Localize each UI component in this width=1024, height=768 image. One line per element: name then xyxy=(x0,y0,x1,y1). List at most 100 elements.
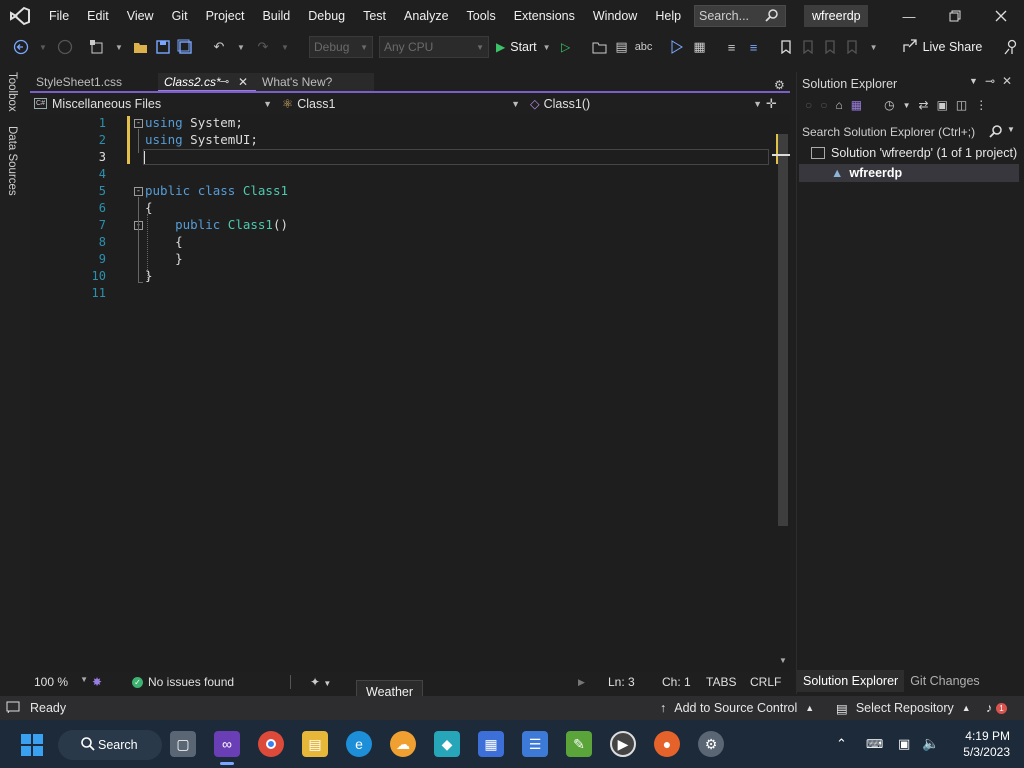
visual-studio-taskbar-icon[interactable]: ∞ xyxy=(214,731,240,757)
select-repository-button[interactable]: ▤ Select Repository ▲ xyxy=(836,701,986,716)
pin-icon[interactable]: ⊸ xyxy=(985,74,995,88)
pending-changes-icon[interactable]: ◷ xyxy=(884,98,894,112)
title-search-box[interactable]: Search... xyxy=(694,5,786,27)
minimize-icon[interactable]: — xyxy=(886,0,932,32)
panel-icon[interactable]: ▦ xyxy=(690,36,710,58)
editor-app-icon[interactable]: ✎ xyxy=(566,731,592,757)
indent-icon[interactable]: ≡ xyxy=(722,36,742,58)
filter-dropdown-icon[interactable]: ▼ xyxy=(903,101,911,110)
pin-icon[interactable]: ⊸ xyxy=(220,73,229,92)
code-editor[interactable]: 1 2 3 4 5 6 7 8 9 10 11 - - - using Syst… xyxy=(30,114,790,672)
taskbar-clock[interactable]: 4:19 PM 5/3/2023 xyxy=(948,728,1010,760)
vertical-scrollbar[interactable]: ▼ xyxy=(772,134,790,665)
show-all-files-icon[interactable]: ◫ xyxy=(956,98,967,112)
store-icon[interactable]: ▦ xyxy=(478,731,504,757)
solution-configuration-select[interactable]: Debug ▼ xyxy=(309,36,373,58)
network-icon[interactable]: ▣ xyxy=(898,736,910,752)
collapse-icon[interactable]: - xyxy=(134,187,143,196)
menu-view[interactable]: View xyxy=(118,0,163,32)
more-icon[interactable]: ⋮ xyxy=(975,98,987,112)
solution-tree-item[interactable]: Solution 'wfreerdp' (1 of 1 project) xyxy=(811,146,1017,160)
issues-indicator[interactable]: ✓ No issues found xyxy=(132,675,290,689)
next-bookmark-icon[interactable] xyxy=(820,36,840,58)
back-dropdown-icon[interactable]: ▼ xyxy=(33,36,53,58)
close-tab-icon[interactable]: ✕ xyxy=(238,73,248,92)
sync-icon[interactable]: ⇄ xyxy=(919,98,929,112)
collapse-icon[interactable]: - xyxy=(134,119,143,128)
save-all-icon[interactable] xyxy=(175,36,195,58)
open-folder-icon[interactable] xyxy=(131,36,151,58)
weather-icon[interactable]: ☁ xyxy=(390,731,416,757)
tab-settings-icon[interactable]: ⚙ xyxy=(774,78,790,92)
taskbar-search-button[interactable]: Search xyxy=(58,730,162,760)
type-dropdown[interactable]: ⚛ Class1 ▼ xyxy=(276,93,524,114)
navigate-back-icon[interactable] xyxy=(11,36,31,58)
back-icon[interactable]: ○ xyxy=(805,98,812,112)
browse-folder-icon[interactable] xyxy=(590,36,610,58)
scroll-down-icon[interactable]: ▼ xyxy=(779,656,787,665)
solution-platform-select[interactable]: Any CPU ▼ xyxy=(379,36,489,58)
settings-icon[interactable]: ⚙ xyxy=(698,731,724,757)
outdent-icon[interactable]: ≡ xyxy=(744,36,764,58)
prev-bookmark-icon[interactable] xyxy=(798,36,818,58)
chrome-icon[interactable] xyxy=(258,731,284,757)
scroll-right-icon[interactable]: ▶ xyxy=(578,677,608,688)
toolbox-tab[interactable]: Toolbox xyxy=(6,72,18,112)
live-share-button[interactable]: Live Share xyxy=(902,38,982,56)
indentation-indicator[interactable]: TABS xyxy=(706,675,750,689)
home-icon[interactable]: ⌂ xyxy=(836,98,843,112)
menu-edit[interactable]: Edit xyxy=(78,0,118,32)
menu-file[interactable]: File xyxy=(40,0,78,32)
panel-options-icon[interactable]: ▼ xyxy=(969,76,978,86)
step-into-icon[interactable] xyxy=(668,36,688,58)
notepad-icon[interactable]: ☰ xyxy=(522,731,548,757)
start-debugging-button[interactable]: ▶ Start ▼ xyxy=(496,40,551,54)
column-indicator[interactable]: Ch: 1 xyxy=(662,675,706,689)
output-icon[interactable] xyxy=(0,701,30,716)
solution-name-badge[interactable]: wfreerdp xyxy=(804,5,868,27)
add-to-source-control-button[interactable]: ↑ Add to Source Control ▲ xyxy=(660,701,836,715)
start-without-debugging-icon[interactable]: ▷ xyxy=(556,36,576,58)
chevron-up-icon[interactable]: ⌃ xyxy=(836,736,847,752)
menu-project[interactable]: Project xyxy=(197,0,254,32)
undo-icon[interactable]: ↶ xyxy=(209,36,229,58)
tab-class2[interactable]: Class2.cs* ⊸ ✕ xyxy=(158,73,256,92)
ai-assist-icon[interactable]: ✸ xyxy=(92,675,132,689)
file-explorer-icon[interactable]: ▤ xyxy=(302,731,328,757)
menu-build[interactable]: Build xyxy=(253,0,299,32)
project-dropdown[interactable]: C# Miscellaneous Files ▼ xyxy=(30,93,276,114)
project-tree-item[interactable]: ▲ wfreerdp xyxy=(799,164,1019,182)
bookmark-icon[interactable] xyxy=(776,36,796,58)
data-sources-tab[interactable]: Data Sources xyxy=(6,126,18,196)
menu-test[interactable]: Test xyxy=(354,0,395,32)
zoom-dropdown[interactable]: 100 % ▼ xyxy=(30,675,92,689)
redo-icon[interactable]: ↷ xyxy=(253,36,273,58)
menu-debug[interactable]: Debug xyxy=(299,0,354,32)
tab-solution-explorer[interactable]: Solution Explorer xyxy=(797,670,905,692)
save-icon[interactable] xyxy=(153,36,173,58)
clear-bookmarks-icon[interactable] xyxy=(842,36,862,58)
restore-icon[interactable] xyxy=(932,0,978,32)
close-panel-icon[interactable]: ✕ xyxy=(1002,74,1012,88)
new-project-icon[interactable] xyxy=(87,36,107,58)
split-editor-icon[interactable]: ✛ xyxy=(766,96,777,112)
line-ending-indicator[interactable]: CRLF xyxy=(750,675,790,689)
new-dropdown-icon[interactable]: ▼ xyxy=(109,36,129,58)
menu-git[interactable]: Git xyxy=(163,0,197,32)
menu-analyze[interactable]: Analyze xyxy=(395,0,457,32)
line-indicator[interactable]: Ln: 3 xyxy=(608,675,662,689)
close-icon[interactable] xyxy=(978,0,1024,32)
dev-tool-icon[interactable]: ◆ xyxy=(434,731,460,757)
media-player-icon[interactable]: ▶ xyxy=(610,731,636,757)
edge-icon[interactable]: e xyxy=(346,731,372,757)
tab-stylesheet1[interactable]: StyleSheet1.css xyxy=(30,73,158,92)
undo-dropdown-icon[interactable]: ▼ xyxy=(231,36,251,58)
search-options-icon[interactable]: ▼ xyxy=(1007,125,1015,134)
feedback-icon[interactable] xyxy=(1001,36,1021,58)
redo-dropdown-icon[interactable]: ▼ xyxy=(275,36,295,58)
tab-git-changes[interactable]: Git Changes xyxy=(904,670,985,692)
windows-start-icon[interactable] xyxy=(20,733,44,760)
code-cleanup-icon[interactable]: ✦ ▼ xyxy=(310,675,350,689)
menu-tools[interactable]: Tools xyxy=(458,0,505,32)
menu-extensions[interactable]: Extensions xyxy=(505,0,584,32)
